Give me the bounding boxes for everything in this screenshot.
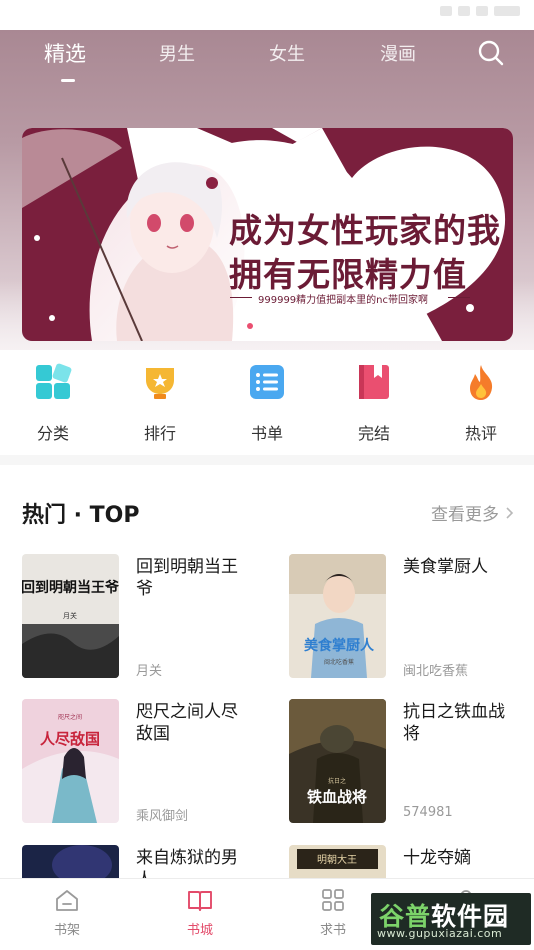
watermark-url: www.gupuxiazai.com	[377, 927, 503, 940]
nav-label: 书架	[53, 923, 80, 938]
tab-female[interactable]: 女生	[269, 40, 305, 66]
category-label: 排行	[143, 424, 176, 443]
bookshelf-icon	[56, 890, 78, 911]
category-completed[interactable]: 完结	[334, 362, 414, 444]
section-title: 热门 · TOP	[22, 503, 140, 528]
tab-featured[interactable]: 精选	[44, 38, 86, 68]
category-ranking[interactable]: 排行	[120, 362, 200, 444]
see-more-label: 查看更多	[431, 505, 499, 525]
pagination-dot[interactable]	[261, 323, 267, 329]
cover-title: 铁血战将	[307, 788, 367, 806]
book-title: 十龙夺嫡	[403, 848, 471, 868]
status-bar	[0, 0, 534, 30]
book-author: 乘风御剑	[136, 809, 189, 824]
request-icon	[322, 889, 344, 911]
cover-title: 人尽敌国	[40, 730, 100, 748]
book-author: 闽北吃香蕉	[403, 664, 469, 679]
category-row: 分类 排行 书单 完结 热评	[0, 352, 534, 452]
chevron-right-icon	[506, 506, 514, 519]
signal-icon	[458, 6, 470, 16]
book-icon	[359, 365, 389, 399]
category-label: 书单	[250, 424, 283, 443]
nav-label: 求书	[319, 923, 346, 938]
cover-author: 月关	[63, 611, 77, 620]
trophy-icon	[146, 368, 174, 399]
book-cover: 回到明朝当王爷 月关	[22, 554, 119, 678]
grid-icon	[36, 363, 72, 399]
book-author: 月关	[136, 664, 163, 679]
promo-banner[interactable]: 成为女性玩家的我 拥有无限精力值 999999精力值把副本里的nc带回家啊	[22, 128, 513, 341]
list-icon	[250, 365, 284, 399]
book-cover: 铁血战将 抗日之	[289, 699, 386, 823]
book-card[interactable]: 人尽敌国 咫尺之间 咫尺之间人尽敌国 乘风御剑	[22, 699, 267, 824]
cover-author: 闽北吃香蕉	[324, 658, 354, 666]
book-card[interactable]: 美食掌厨人 闽北吃香蕉 美食掌厨人 闽北吃香蕉	[289, 554, 534, 679]
cover-title: 美食掌厨人	[304, 637, 375, 654]
category-booklist[interactable]: 书单	[227, 362, 307, 444]
cover-author: 抗日之	[328, 777, 346, 785]
cover-author: 咫尺之间	[58, 713, 82, 721]
banner-subtitle: 999999精力值把副本里的nc带回家啊	[258, 295, 429, 306]
see-more-link[interactable]: 查看更多	[431, 500, 514, 525]
banner-subtitle-rule-left	[230, 297, 252, 298]
search-button[interactable]	[476, 38, 506, 68]
nav-label: 书城	[186, 923, 213, 938]
site-watermark: 谷普软件园 www.gupuxiazai.com	[371, 893, 531, 945]
category-label: 完结	[357, 424, 390, 443]
category-label: 热评	[464, 424, 497, 443]
book-title: 回到明朝当王爷	[136, 557, 238, 599]
book-author: 574981	[403, 805, 453, 820]
nav-request[interactable]: 求书	[303, 887, 363, 938]
category-classify[interactable]: 分类	[13, 362, 93, 444]
section-divider	[0, 455, 534, 465]
tab-underline	[61, 79, 75, 82]
search-icon	[478, 40, 504, 66]
tab-comics[interactable]: 漫画	[380, 40, 416, 66]
nav-bookstore[interactable]: 书城	[170, 887, 230, 938]
pagination-dot-active[interactable]	[247, 323, 253, 329]
book-card[interactable]: 铁血战将 抗日之 抗日之铁血战将 574981	[289, 699, 534, 824]
wifi-icon	[440, 6, 452, 16]
banner-subtitle-rule-right	[448, 297, 470, 298]
book-card[interactable]: 回到明朝当王爷 月关 回到明朝当王爷 月关	[22, 554, 267, 679]
book-cover: 人尽敌国 咫尺之间	[22, 699, 119, 823]
banner-pagination	[247, 323, 267, 329]
book-title: 咫尺之间人尽敌国	[136, 702, 238, 744]
status-icons	[440, 6, 520, 16]
category-label: 分类	[36, 424, 69, 443]
top-nav: 精选 男生 女生 漫画	[0, 30, 534, 88]
flame-icon	[470, 365, 493, 400]
nav-bookshelf[interactable]: 书架	[37, 887, 97, 938]
tab-male[interactable]: 男生	[159, 40, 195, 66]
book-cover: 美食掌厨人 闽北吃香蕉	[289, 554, 386, 678]
cover-title: 回到明朝当王爷	[22, 579, 119, 596]
battery-icon	[476, 6, 488, 16]
cover-title: 明朝大王	[317, 853, 357, 866]
banner-title-line2: 拥有无限精力值	[229, 255, 467, 294]
bookstore-icon	[188, 891, 212, 911]
book-title: 美食掌厨人	[403, 557, 488, 577]
book-title: 抗日之铁血战将	[403, 702, 505, 744]
clock-icon	[494, 6, 520, 16]
banner-title-line1: 成为女性玩家的我	[229, 211, 501, 250]
category-hot-reviews[interactable]: 热评	[441, 362, 521, 444]
